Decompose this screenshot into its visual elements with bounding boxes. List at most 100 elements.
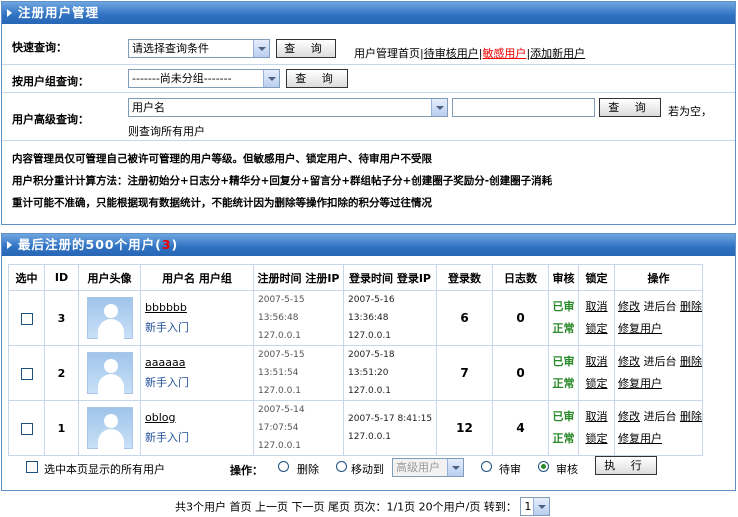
- select-all-label: 选中本页显示的所有用户: [44, 463, 165, 476]
- lock-cell: 取消 锁定: [578, 345, 615, 401]
- group-query-row: 按用户组查询： -------尚未分组------- 查 询: [2, 65, 735, 93]
- cancel-audit-link[interactable]: 取消: [579, 351, 614, 373]
- advanced-field-select[interactable]: 用户名: [128, 98, 448, 117]
- link-pending-users[interactable]: 待审核用户: [424, 47, 479, 60]
- link-user-home[interactable]: 用户管理首页: [354, 47, 420, 60]
- row-select-cell: [8, 345, 45, 401]
- user-group: 新手入门: [145, 376, 189, 389]
- group-select-value: -------尚未分组-------: [132, 72, 232, 85]
- delete-link[interactable]: 删除: [680, 410, 702, 423]
- chevron-down-icon[interactable]: [431, 99, 447, 116]
- lock-link[interactable]: 锁定: [579, 318, 614, 340]
- link-add-user[interactable]: 添加新用户: [530, 47, 585, 60]
- action-label: 操作：: [230, 464, 263, 477]
- cancel-audit-link[interactable]: 取消: [579, 406, 614, 428]
- reg-cell: 2007-5-14 17:07:54 127.0.0.1: [253, 400, 344, 456]
- username-link[interactable]: bbbbbb: [145, 298, 253, 318]
- repair-user-link[interactable]: 修复用户: [618, 322, 662, 335]
- reg-time: 2007-5-14 17:07:54: [258, 405, 305, 433]
- col-reg-ip: 注册IP: [305, 271, 340, 285]
- link-sensitive-users[interactable]: 敏感用户: [482, 47, 526, 60]
- quick-query-select[interactable]: 请选择查询条件: [128, 39, 270, 58]
- edit-link[interactable]: 修改: [618, 410, 640, 423]
- quick-links: 用户管理首页|待审核用户|敏感用户|添加新用户: [354, 45, 585, 61]
- reg-cell: 2007-5-15 13:56:48 127.0.0.1: [253, 290, 344, 346]
- quick-query-button[interactable]: 查 询: [276, 39, 336, 58]
- edit-link[interactable]: 修改: [618, 355, 640, 368]
- reg-time: 2007-5-15 13:56:48: [258, 295, 305, 323]
- page-select[interactable]: 1: [520, 497, 551, 516]
- col-logs: 日志数: [492, 264, 549, 291]
- note-line: 内容管理员仅可管理自己被许可管理的用户等级。但敏感用户、锁定用户、待审用户不受限: [12, 153, 432, 165]
- backend-link[interactable]: 进后台: [644, 300, 677, 313]
- table-row: 1 oblog 新手入门 2007-5-14 17:07:54 127.0.0.1 200…: [8, 400, 703, 456]
- advanced-field-value: 用户名: [132, 101, 165, 114]
- group-select[interactable]: -------尚未分组-------: [128, 69, 280, 88]
- cancel-audit-link[interactable]: 取消: [579, 296, 614, 318]
- reg-time: 2007-5-15 13:51:54: [258, 350, 305, 378]
- page-select-value: 1: [524, 500, 532, 513]
- notes: 内容管理员仅可管理自己被许可管理的用户等级。但敏感用户、锁定用户、待审用户不受限…: [12, 148, 552, 214]
- ops-cell: 修改 进后台 删除修复用户: [614, 345, 703, 401]
- reg-ip: 127.0.0.1: [258, 441, 301, 451]
- select-all-checkbox[interactable]: [26, 461, 38, 473]
- reg-cell: 2007-5-15 13:51:54 127.0.0.1: [253, 345, 344, 401]
- row-checkbox[interactable]: [20, 312, 33, 325]
- quick-query-row: 快速查询： 请选择查询条件 查 询 用户管理首页|待审核用户|敏感用户|添加新用…: [2, 25, 735, 65]
- lock-link[interactable]: 锁定: [579, 373, 614, 395]
- row-checkbox[interactable]: [20, 422, 33, 435]
- advanced-search-input[interactable]: [452, 98, 595, 117]
- avatar-body: [97, 319, 124, 339]
- lock-cell: 取消 锁定: [578, 290, 615, 346]
- audit-status: 已审: [552, 300, 575, 313]
- approve-radio[interactable]: [538, 461, 549, 472]
- panel-title: 注册用户管理: [18, 5, 100, 20]
- backend-link[interactable]: 进后台: [644, 410, 677, 423]
- col-login: 登录时间 登录IP: [343, 264, 437, 291]
- login-count: 6: [436, 290, 493, 346]
- approve-label: 审核: [556, 463, 578, 476]
- execute-button[interactable]: 执 行: [595, 456, 657, 475]
- list-title: 最后注册的500个用户(: [18, 237, 162, 252]
- delete-radio[interactable]: [278, 461, 289, 472]
- group-query-button[interactable]: 查 询: [286, 69, 348, 88]
- col-logins: 登录数: [436, 264, 493, 291]
- repair-user-link[interactable]: 修复用户: [618, 432, 662, 445]
- edit-link[interactable]: 修改: [618, 300, 640, 313]
- col-name-group: 用户名 用户组: [140, 264, 254, 291]
- repair-user-link[interactable]: 修复用户: [618, 377, 662, 390]
- arrow-icon: [7, 9, 12, 17]
- chevron-down-icon[interactable]: [253, 40, 269, 57]
- chevron-down-icon[interactable]: [447, 459, 463, 476]
- advanced-query-button[interactable]: 查 询: [599, 98, 661, 117]
- lock-link[interactable]: 锁定: [579, 428, 614, 450]
- ops-cell: 修改 进后台 删除修复用户: [614, 290, 703, 346]
- move-target-select[interactable]: 高级用户: [392, 458, 464, 477]
- move-target-value: 高级用户: [396, 461, 440, 474]
- row-checkbox[interactable]: [20, 367, 33, 380]
- move-radio[interactable]: [336, 461, 347, 472]
- delete-link[interactable]: 删除: [680, 300, 702, 313]
- group-query-label: 按用户组查询：: [12, 75, 89, 88]
- avatar-body: [97, 374, 124, 394]
- chevron-down-icon[interactable]: [263, 70, 279, 87]
- username-link[interactable]: oblog: [145, 408, 253, 428]
- delete-link[interactable]: 删除: [680, 355, 702, 368]
- delete-label: 删除: [297, 463, 319, 476]
- user-list-panel: 最后注册的500个用户(3) 选中 ID 用户头像 用户名 用户组 注册时间 注…: [1, 233, 736, 491]
- name-group-cell: aaaaaa 新手入门: [140, 345, 254, 401]
- arrow-icon: [7, 241, 12, 249]
- col-avatar: 用户头像: [78, 264, 141, 291]
- pending-radio[interactable]: [481, 461, 492, 472]
- col-id: ID: [44, 264, 79, 291]
- col-reg-time: 注册时间: [257, 271, 302, 285]
- username-link[interactable]: aaaaaa: [145, 353, 253, 373]
- login-time: 2007-5-18 13:51:20: [348, 350, 395, 378]
- login-time: 2007-5-17 8:41:15: [348, 414, 433, 424]
- chevron-down-icon[interactable]: [533, 498, 550, 515]
- normal-status: 正常: [552, 432, 575, 445]
- avatar-cell: [78, 290, 141, 346]
- backend-link[interactable]: 进后台: [644, 355, 677, 368]
- bulk-action-bar: 选中本页显示的所有用户 操作： 删除 移动到 高级用户 待审 审核 执 行: [2, 456, 735, 482]
- user-group: 新手入门: [145, 431, 189, 444]
